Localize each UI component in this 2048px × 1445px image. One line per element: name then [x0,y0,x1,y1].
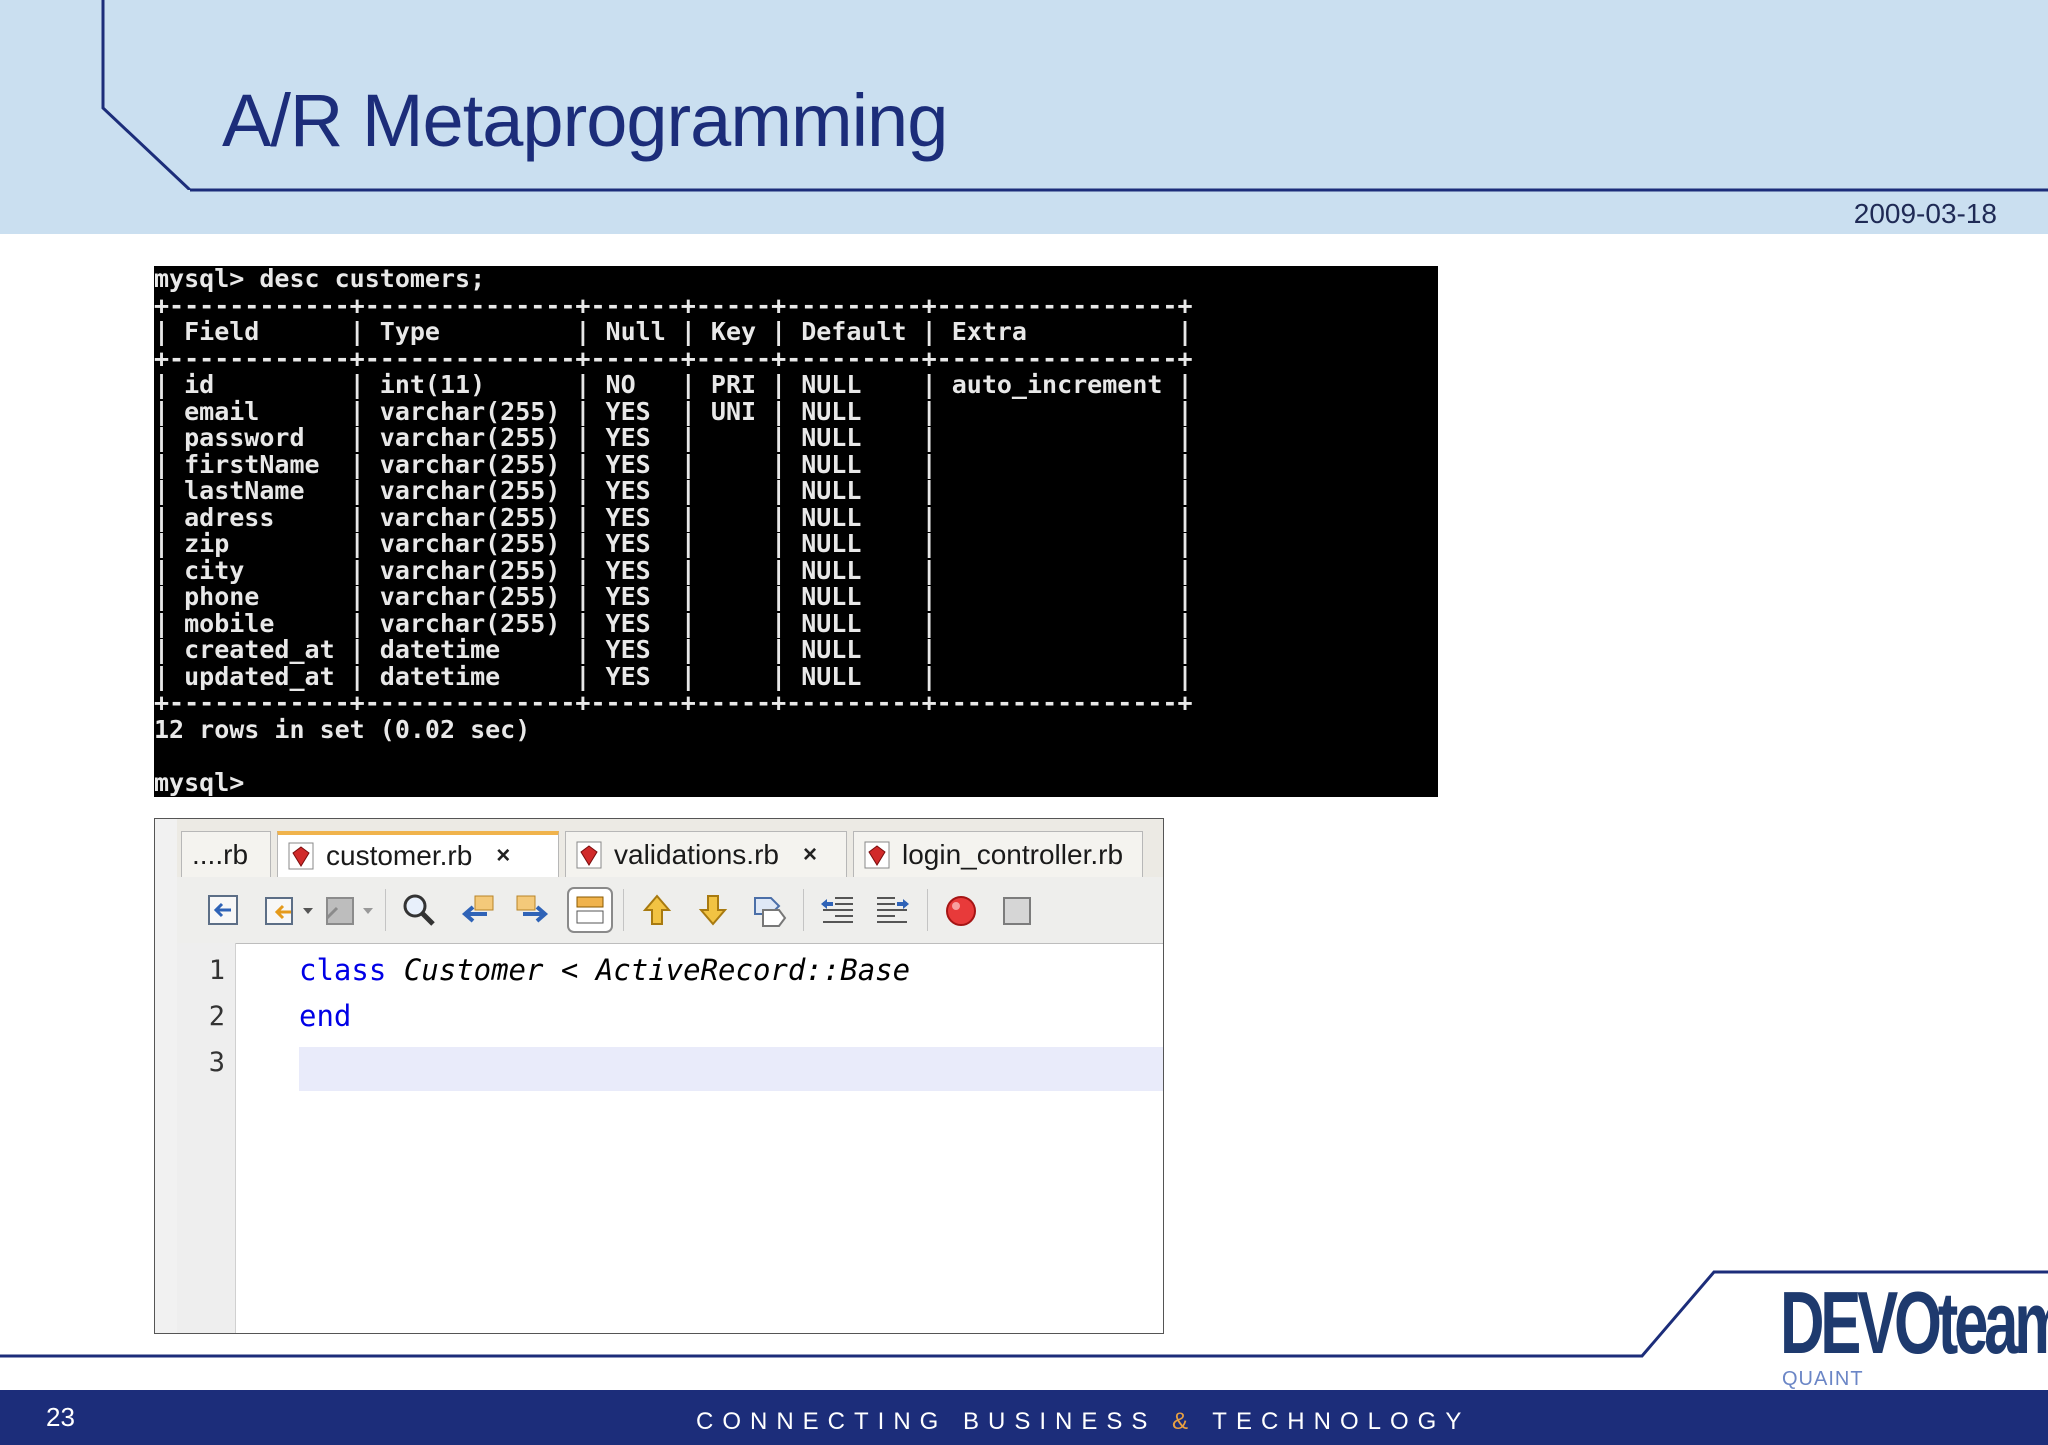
slide-title: A/R Metaprogramming [222,79,948,162]
chevron-down-icon[interactable] [299,890,317,930]
tagline-part: CONNECTING BUSINESS [696,1408,1173,1435]
close-icon[interactable]: × [803,841,817,869]
tab-label: ....rb [192,838,249,870]
ruby-file-icon [288,842,314,870]
close-icon[interactable]: × [496,842,510,870]
forward-edit-icon[interactable] [319,890,359,930]
previous-bookmark-icon[interactable] [637,890,677,930]
stop-macro-recording-icon[interactable] [997,890,1037,930]
current-line-highlight [299,1047,1163,1091]
tab-label: customer.rb [326,840,473,871]
editor-left-strip [155,819,178,1333]
keyword-end: end [299,999,352,1033]
toolbar-separator [927,889,928,931]
toolbar-separator [803,889,804,931]
toolbar-separator [623,889,624,931]
tagline-part: TECHNOLOGY [1197,1408,1471,1435]
start-macro-recording-icon[interactable] [941,890,981,930]
tab-login-controller-rb[interactable]: login_controller.rb [853,831,1143,877]
line-number: 3 [208,1047,225,1078]
ruby-file-icon [576,841,602,868]
code-line-1[interactable]: class Customer < ActiveRecord::Base [299,953,910,987]
toggle-bookmark-icon[interactable] [749,890,789,930]
back-history-icon[interactable] [203,890,243,930]
page-number: 23 [46,1402,75,1432]
shift-right-icon[interactable] [873,890,913,930]
code-line-2[interactable]: end [299,999,351,1033]
editor-toolbar [177,877,1163,944]
code-editor: ....rb customer.rb × validations.rb × lo… [154,818,1164,1334]
keyword-class: class [299,953,387,987]
find-previous-icon[interactable] [457,890,497,930]
find-next-icon[interactable] [513,890,553,930]
tab-rb[interactable]: ....rb [181,831,271,877]
line-number: 1 [208,955,225,986]
tagline-ampersand: & [1172,1408,1198,1435]
tab-label: login_controller.rb [902,838,1124,870]
mysql-console: mysql> desc customers; +------------+---… [154,266,1438,797]
tab-validations-rb[interactable]: validations.rb × [565,831,847,877]
last-edit-icon[interactable] [261,890,301,930]
footer-tagline: CONNECTING BUSINESS & TECHNOLOGY [696,1408,1470,1436]
class-declaration: Customer < ActiveRecord::Base [386,953,911,987]
logo-subtext: QUAINT [1782,1368,1864,1390]
toolbar-separator [385,889,386,931]
toggle-highlight-icon[interactable] [567,887,613,933]
console-output: mysql> desc customers; +------------+---… [154,266,1193,797]
tab-customer-rb[interactable]: customer.rb × [277,831,559,877]
slide-date: 2009-03-18 [1853,198,1997,229]
find-icon[interactable] [399,890,439,930]
next-bookmark-icon[interactable] [693,890,733,930]
footer-decoration [0,1270,2048,1358]
shift-left-icon[interactable] [817,890,857,930]
editor-tab-bar: ....rb customer.rb × validations.rb × lo… [177,819,1163,878]
ruby-file-icon [864,841,890,868]
tab-label: validations.rb [614,838,779,870]
logo-text: DEVOteam [1780,1273,2048,1372]
line-number: 2 [208,1001,225,1032]
chevron-down-icon[interactable] [359,890,377,930]
devoteam-logo: DEVOteam QUAINT [1770,1278,2048,1391]
